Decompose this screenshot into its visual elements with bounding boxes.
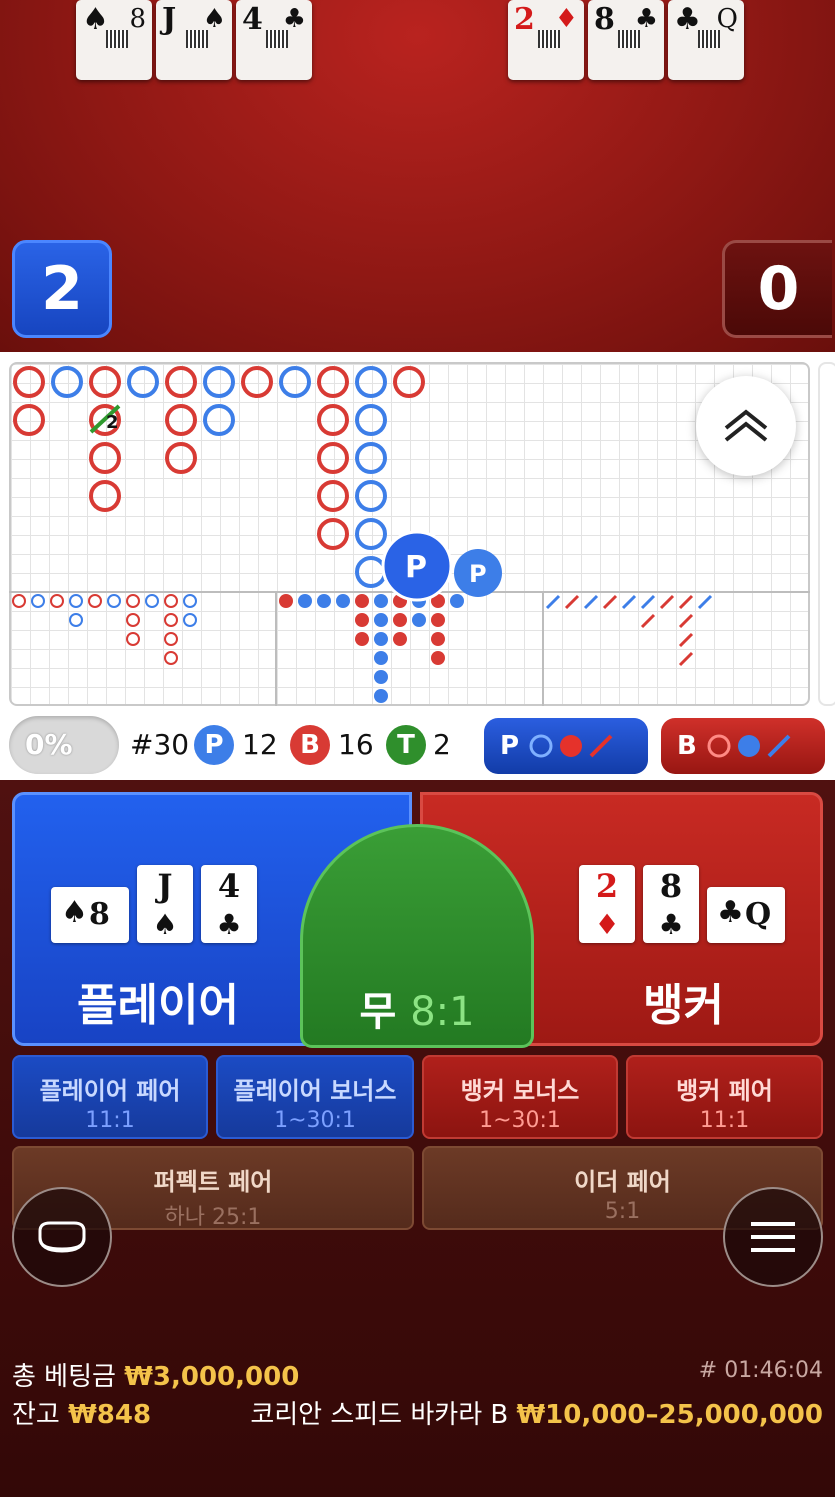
expand-roadmap-button[interactable] [696,376,796,476]
player-bonus-bet[interactable]: 플레이어 보너스 1~30:1 [216,1055,414,1139]
player-bet-label: 플레이어 [77,980,239,1031]
double-chevron-up-icon [724,409,768,442]
round-number: #30 [130,728,190,761]
banker-card: 8 ♣ [643,865,699,943]
banker-bet-label: 뱅커 [643,980,724,1031]
roadmap-drawing: 2 P P [9,366,810,706]
video-banker-cards: 2 ♦ 8 ♣ ♣ Q [508,0,748,80]
banker-chip: B [290,725,330,765]
player-card: 4 ♣ [201,865,257,943]
table-name: 코리안 스피드 바카라 B [250,1400,509,1430]
tie-count-mark: 2 [106,412,119,433]
total-bet-value: ₩3,000,000 [124,1362,300,1392]
video-card: J ♠ [156,0,232,80]
player-prediction-button[interactable]: P [484,718,648,774]
bet-limits: ₩10,000–25,000,000 [516,1400,824,1430]
percent-toggle-label: 0% [25,728,73,761]
chat-button[interactable] [12,1187,112,1287]
next-result-label: P [469,560,487,588]
balance-value: ₩848 [68,1400,152,1430]
player-card: ♠ 8 [51,887,129,943]
table-icon [38,1221,86,1253]
menu-button[interactable] [723,1187,823,1287]
video-player-cards: ♠ 8 J ♠ 4 ♣ [76,0,316,80]
round-id: # 01:46:04 [698,1358,823,1383]
player-card: J ♠ [137,865,193,943]
tie-wins: 2 [433,728,451,761]
prediction-icons [529,734,613,758]
prediction-icons [707,734,791,758]
betting-area: ♠ 8 J ♠ 4 ♣ 플레이어 2 ♦ 8 ♣ ♣ Q 뱅커 무 8:1 플레이어 페어 1… [0,780,835,1497]
player-wins: 12 [242,728,278,761]
balance-label: 잔고 [12,1400,60,1430]
stats-bar: 0% #30 P 12 B 16 T 2 P B [0,712,835,778]
hamburger-menu-icon [751,1222,795,1252]
player-pair-bet[interactable]: 플레이어 페어 11:1 [12,1055,208,1139]
video-card: 8 ♣ [588,0,664,80]
scoreboard-panel: 2 P P 0% #30 P 12 B 16 T 2 P B [0,352,835,780]
tie-bet-label: 무 8:1 [359,989,475,1035]
banker-card: ♣ Q [707,887,785,943]
banker-score: 0 [722,240,832,338]
banker-pair-bet[interactable]: 뱅커 페어 11:1 [626,1055,823,1139]
player-score: 2 [12,240,112,338]
banker-wins: 16 [338,728,374,761]
total-bet-label: 총 베팅금 [12,1362,116,1392]
banker-card: 2 ♦ [579,865,635,943]
video-card: 4 ♣ [236,0,312,80]
player-prediction-label: P [500,731,520,761]
tie-chip: T [386,725,426,765]
video-card: ♠ 8 [76,0,152,80]
tie-bet-spot[interactable]: 무 8:1 [300,824,534,1048]
balance: 잔고 ₩848 [12,1394,151,1431]
last-result-label: P [405,550,427,585]
video-card: ♣ Q [668,0,744,80]
banker-bonus-bet[interactable]: 뱅커 보너스 1~30:1 [422,1055,618,1139]
percent-toggle[interactable]: 0% [9,716,119,774]
banker-prediction-button[interactable]: B [661,718,825,774]
banker-prediction-label: B [677,731,697,761]
live-video: ♠ 8 J ♠ 4 ♣ 2 ♦ 8 ♣ ♣ Q 2 0 [0,0,835,352]
table-info: 코리안 스피드 바카라 B ₩10,000–25,000,000 [250,1394,823,1431]
video-card: 2 ♦ [508,0,584,80]
next-panel-peek[interactable] [818,362,835,706]
total-bet: 총 베팅금 ₩3,000,000 [12,1356,299,1393]
player-chip: P [194,725,234,765]
